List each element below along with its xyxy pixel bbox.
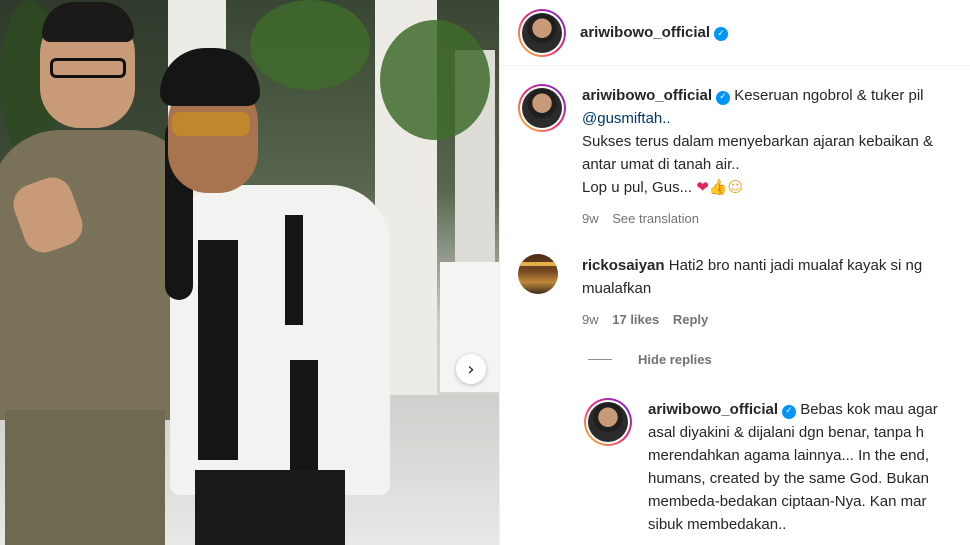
person-left-glasses — [50, 58, 126, 78]
caption-entry: ariwibowo_official ✓ Keseruan ngobrol & t… — [518, 84, 970, 230]
person-left-hair — [42, 2, 134, 42]
caption-text: Keseruan ngobrol & tuker pil — [734, 87, 924, 104]
commenter-avatar[interactable] — [518, 254, 558, 294]
avatar-photo — [522, 12, 562, 53]
comment-username[interactable]: rickosaiyan — [582, 257, 665, 274]
verified-badge-icon: ✓ — [714, 26, 729, 41]
author-avatar[interactable] — [518, 8, 566, 57]
comment-entry: rickosaiyan Hati2 bro nanti jadi mualaf … — [518, 254, 970, 331]
thumbs-up-emoji-icon: 👍 — [708, 178, 728, 196]
shirt-pattern — [198, 240, 238, 460]
hide-replies-label: Hide replies — [638, 352, 712, 367]
carousel-next-button[interactable]: › — [456, 354, 486, 384]
photo-foliage — [250, 0, 370, 90]
photo-foliage — [380, 20, 490, 140]
person-left-pants — [5, 410, 165, 545]
person-right-glasses — [172, 112, 250, 136]
comment-time: 9w — [582, 312, 599, 327]
verified-badge-icon: ✓ — [716, 90, 731, 105]
reply-text: membeda-bedakan ciptaan-Nya. Kan mar — [648, 493, 927, 510]
caption-time: 9w — [582, 211, 599, 226]
reply-text: asal diyakini & dijalani dgn benar, tanp… — [648, 424, 925, 441]
reply-entry: ariwibowo_official ✓ Bebas kok mau agar a… — [584, 398, 970, 536]
verified-badge-icon: ✓ — [782, 404, 797, 419]
reply-username[interactable]: ariwibowo_official — [648, 401, 778, 418]
post-header: ariwibowo_official ✓ — [500, 0, 970, 66]
reply-text: humans, created by the same God. Bukan — [648, 470, 929, 487]
caption-avatar[interactable] — [518, 84, 566, 132]
avatar-photo — [522, 88, 562, 128]
caption-text: antar umat di tanah air.. — [582, 156, 740, 173]
caption-username[interactable]: ariwibowo_official — [582, 87, 712, 104]
caption-text: Lop u pul, Gus... — [582, 179, 693, 196]
divider-line — [588, 359, 612, 360]
comment-text: mualafkan — [582, 280, 652, 297]
heart-emoji-icon: ❤ — [696, 178, 709, 196]
chevron-right-icon: › — [467, 358, 475, 380]
reply-text: sibuk membedakan.. — [648, 516, 787, 533]
person-right-pants — [195, 470, 345, 545]
reply-button[interactable]: Reply — [673, 312, 708, 327]
caption-text: Sukses terus dalam menyebarkan ajaran ke… — [582, 133, 934, 150]
caption-mention-link[interactable]: @gusmiftah.. — [582, 110, 671, 127]
see-translation-link[interactable]: See translation — [612, 211, 699, 226]
person-left-shirt — [0, 130, 190, 420]
comment-text: Hati2 bro nanti jadi mualaf kayak si ng — [668, 257, 923, 274]
shirt-pattern — [290, 360, 318, 470]
hide-replies-button[interactable]: Hide replies — [588, 352, 712, 367]
avatar-photo — [588, 402, 628, 442]
smile-emoji-icon: ☺ — [727, 178, 744, 196]
author-username[interactable]: ariwibowo_official — [580, 24, 710, 41]
shirt-pattern — [285, 215, 303, 325]
reply-text: merendahkan agama lainnya... In the end, — [648, 447, 930, 464]
comment-likes[interactable]: 17 likes — [612, 312, 659, 327]
reply-avatar[interactable] — [584, 398, 632, 446]
reply-text: Bebas kok mau agar — [800, 401, 938, 418]
post-side-panel: ariwibowo_official ✓ ariwibowo_official ✓ … — [499, 0, 970, 545]
post-photo: › — [0, 0, 499, 545]
